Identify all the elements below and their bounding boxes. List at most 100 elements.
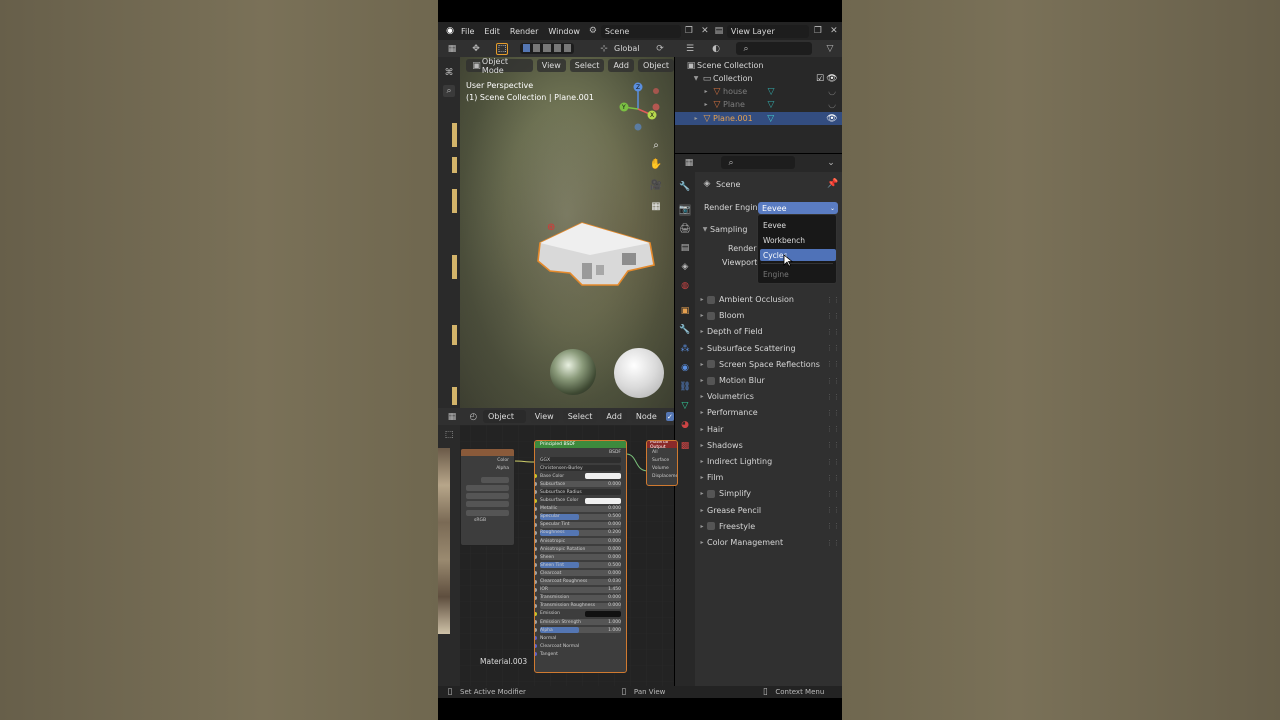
input-socket[interactable] [535,628,537,633]
node-menu-select[interactable]: Select [562,410,598,423]
drag-handle-icon[interactable]: ⋮⋮ [826,425,840,433]
orientation-field[interactable]: Global [610,42,650,55]
distribution-select[interactable]: GGX [535,456,626,464]
view-layer-field[interactable]: View Layer [726,24,809,38]
panel-grease-pencil[interactable]: ▸ Grease Pencil ⋮⋮ [697,503,842,518]
panel-indirect-lighting[interactable]: ▸ Indirect Lighting ⋮⋮ [697,454,842,469]
orientation-icon[interactable]: ⊹ [598,43,610,55]
filter-icon[interactable]: ▽ [824,43,836,55]
camera-icon[interactable]: 🎥 [650,179,662,191]
image-select-field[interactable] [481,477,509,484]
drag-handle-icon[interactable]: ⋮⋮ [826,522,840,530]
input-socket[interactable] [535,579,537,584]
bsdf-input-row[interactable]: Alpha 1.000 [535,626,626,634]
image-select[interactable] [461,476,514,484]
panel-enable-checkbox[interactable] [707,522,715,531]
input-socket[interactable] [535,539,537,544]
colorspace-select[interactable]: sRGB [461,517,514,525]
display-mode-icon[interactable]: ◐ [710,43,722,55]
interp-field[interactable] [466,485,509,492]
panel-freestyle[interactable]: ▸ Freestyle ⋮⋮ [697,519,842,534]
3d-viewport[interactable]: ⊕ User Perspective (1) Scene Collection … [460,57,674,408]
viewport-menu-add[interactable]: Add [608,59,634,72]
bsdf-input-row[interactable]: Transmission Roughness 0.000 [535,602,626,610]
input-socket[interactable] [535,563,537,568]
panel-subsurface-scattering[interactable]: ▸ Subsurface Scattering ⋮⋮ [697,341,842,356]
bsdf-input-row[interactable]: Sheen Tint 0.500 [535,561,626,569]
new-view-layer-icon[interactable]: ❐ [812,25,824,37]
scene-tab-icon[interactable]: ◈ [679,261,691,273]
tool-settings-icon[interactable]: ⌘ [443,67,455,79]
expand-icon[interactable]: ▸ [691,115,701,122]
modifier-tab-icon[interactable]: 🔧 [679,324,691,336]
panel-enable-checkbox[interactable] [707,295,715,304]
bsdf-input-row[interactable]: Clearcoat Normal [535,642,626,650]
menu-render[interactable]: Render [505,27,543,36]
transform-tool-icon[interactable]: ✥ [470,43,482,55]
drag-handle-icon[interactable]: ⋮⋮ [826,296,840,304]
zoom-icon[interactable]: ⌕ [650,139,662,151]
panel-enable-checkbox[interactable] [707,376,715,385]
input-socket[interactable] [535,482,537,487]
select-subtract-icon[interactable] [543,44,551,52]
input-value-field[interactable] [585,497,621,504]
expand-icon[interactable]: ▸ [701,101,711,108]
outliner-row-collection[interactable]: ▼ ▭ Collection ☑ 👁 [675,72,842,85]
bsdf-input-row[interactable]: Specular 0.500 [535,513,626,521]
bsdf-input-row[interactable]: Clearcoat 0.000 [535,569,626,577]
hidden-eye-icon[interactable]: ◡ [826,99,838,111]
new-scene-icon[interactable]: ❐ [683,25,695,37]
projection-select[interactable] [461,492,514,500]
drag-handle-icon[interactable]: ⋮⋮ [826,490,840,498]
node-menu-node[interactable]: Node [630,410,662,423]
input-socket[interactable] [535,555,537,560]
shader-type-select[interactable]: Object [482,410,526,423]
drag-handle-icon[interactable]: ⋮⋮ [826,409,840,417]
properties-search-input[interactable]: ⌕ [721,156,795,169]
dropdown-option-eevee[interactable]: Eevee [760,219,836,231]
visibility-eye-icon[interactable]: 👁 [826,113,838,125]
visibility-eye-icon[interactable]: 👁 [826,73,838,85]
panel-ambient-occlusion[interactable]: ▸ Ambient Occlusion ⋮⋮ [697,292,842,307]
panel-screen-space-reflections[interactable]: ▸ Screen Space Reflections ⋮⋮ [697,357,842,372]
dropdown-option-cycles[interactable]: Cycles [760,249,836,261]
input-socket[interactable] [535,611,537,616]
bsdf-input-row[interactable]: Subsurface 0.000 [535,480,626,488]
outliner-search-input[interactable]: ⌕ [736,42,812,55]
scene-selector-icon[interactable]: ⚙ [587,25,599,37]
input-socket[interactable] [535,530,537,535]
drag-handle-icon[interactable]: ⋮⋮ [826,506,840,514]
scene-field[interactable]: Scene [600,24,681,38]
panel-performance[interactable]: ▸ Performance ⋮⋮ [697,405,842,420]
outliner-row-plane[interactable]: ▸ ▽ Plane ▽ ◡ [675,98,842,111]
remove-view-layer-icon[interactable]: ✕ [828,25,840,37]
constraints-tab-icon[interactable]: ⛓ [679,381,691,393]
hidden-eye-icon[interactable]: ◡ [826,86,838,98]
subsurface-method-select[interactable]: Christensen-Burley [535,464,626,472]
input-socket[interactable] [535,619,537,624]
bsdf-input-row[interactable]: Clearcoat Roughness 0.030 [535,578,626,586]
input-socket[interactable] [535,571,537,576]
panel-depth-of-field[interactable]: ▸ Depth of Field ⋮⋮ [697,324,842,339]
bsdf-input-row[interactable]: Subsurface Radius [535,488,626,496]
bsdf-input-row[interactable]: Roughness 0.200 [535,529,626,537]
bsdf-input-row[interactable]: Normal [535,634,626,642]
grid-ortho-icon[interactable]: ▦ [650,200,662,212]
principled-bsdf-node[interactable]: Principled BSDF BSDF GGX Christensen-Bur… [534,440,627,673]
outliner-row-scene-collection[interactable]: ▣ Scene Collection [675,59,842,72]
input-socket[interactable] [535,498,537,503]
panel-film[interactable]: ▸ Film ⋮⋮ [697,470,842,485]
extension-select[interactable] [461,500,514,508]
viewport-menu-object[interactable]: Object [637,59,674,72]
image-texture-node[interactable]: Color Alpha sRGB [460,448,515,546]
bsdf-input-row[interactable]: Emission Strength 1.000 [535,618,626,626]
input-socket[interactable] [535,522,537,527]
view-layer-icon[interactable]: ▤ [713,25,725,37]
panel-motion-blur[interactable]: ▸ Motion Blur ⋮⋮ [697,373,842,388]
panel-bloom[interactable]: ▸ Bloom ⋮⋮ [697,308,842,323]
bsdf-input-row[interactable]: IOR 1.450 [535,586,626,594]
data-tab-icon[interactable]: ▽ [679,400,691,412]
input-socket[interactable] [535,595,537,600]
input-socket[interactable] [535,652,537,657]
panel-enable-checkbox[interactable] [707,311,715,320]
